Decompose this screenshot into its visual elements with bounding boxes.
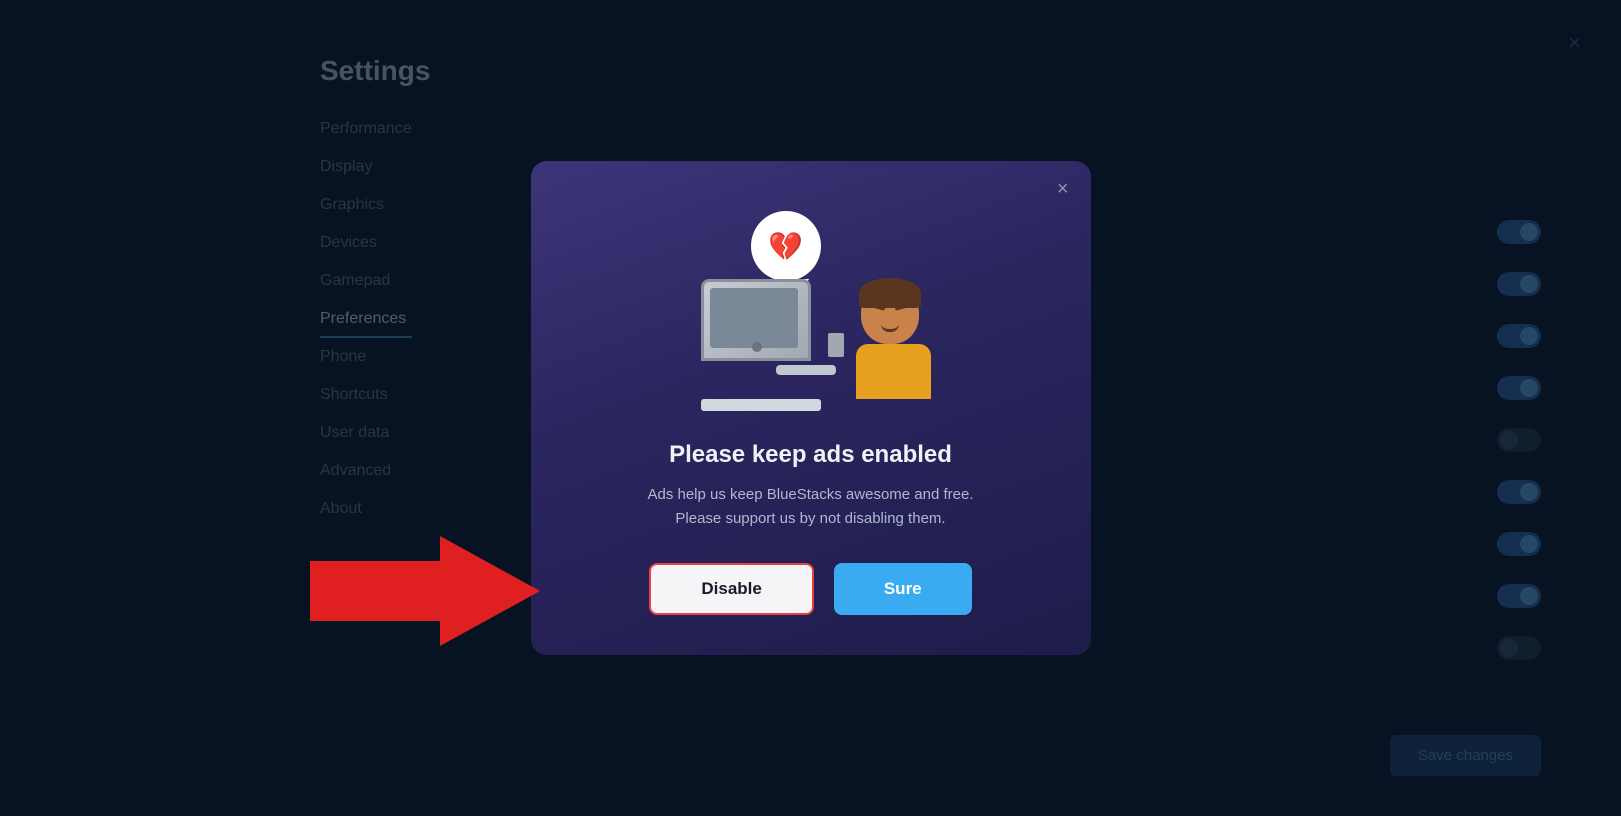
monitor-camera-dot [752, 342, 762, 352]
modal-illustration: 💔 [681, 201, 941, 421]
modal-close-button[interactable]: × [1057, 179, 1069, 199]
monitor [701, 279, 821, 411]
ads-dialog: × 💔 [531, 161, 1091, 655]
character-hair [859, 278, 921, 308]
speech-bubble: 💔 [751, 211, 821, 281]
modal-description: Ads help us keep BlueStacks awesome and … [647, 483, 973, 531]
heart-icon: 💔 [768, 230, 803, 263]
monitor-inner-screen [710, 288, 798, 348]
keyboard [701, 399, 821, 411]
disable-button[interactable]: Disable [649, 563, 813, 615]
monitor-stand [828, 333, 844, 357]
modal-title: Please keep ads enabled [669, 441, 952, 469]
red-arrow-annotation [310, 536, 540, 651]
sure-button[interactable]: Sure [834, 563, 972, 615]
modal-buttons: Disable Sure [581, 563, 1041, 615]
monitor-base [776, 365, 836, 375]
monitor-screen [701, 279, 811, 361]
character-mouth [881, 324, 899, 332]
character-body [856, 344, 931, 399]
character [851, 282, 941, 399]
character-head [861, 282, 919, 344]
